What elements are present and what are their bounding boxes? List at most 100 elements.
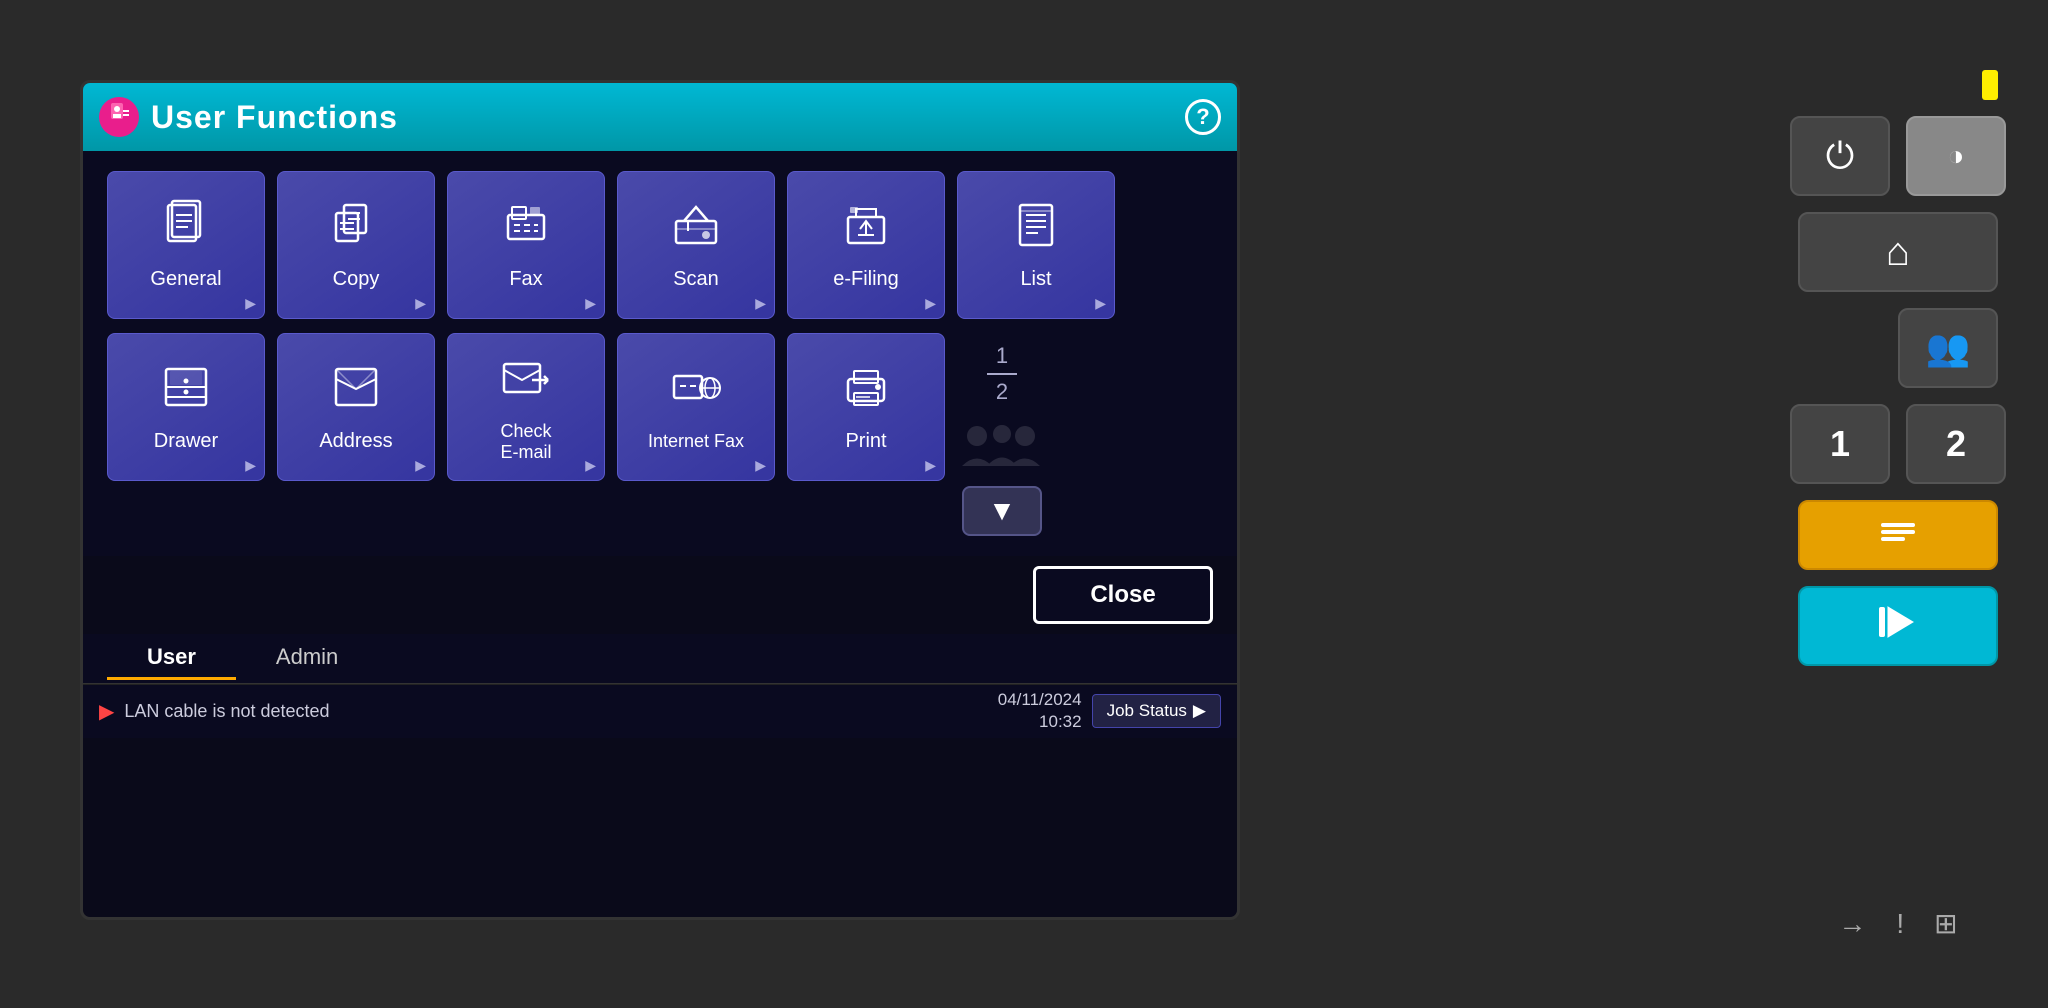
list-icon [1010,199,1062,260]
cp-top-row: ⏻ ◑ [1790,116,2006,196]
screen-area: User Functions ? [80,80,1240,920]
main-content: General ▶ Copy [83,151,1237,556]
efiling-label: e-Filing [833,268,899,291]
scan-arrow: ▶ [755,295,766,312]
users-row: 👥 [1798,308,1998,388]
tab-active-indicator [107,677,236,680]
copy-label: Copy [333,268,380,291]
panel-icon[interactable]: ⊞ [1934,907,1957,940]
general-arrow: ▶ [245,295,256,312]
start-button[interactable] [1798,586,1998,666]
check-email-icon [500,352,552,413]
fax-icon [500,199,552,260]
copy-arrow: ▶ [415,295,426,312]
efiling-button[interactable]: e-Filing ▶ [787,171,945,319]
scan-icon [670,199,722,260]
fax-label: Fax [509,268,542,291]
page-indicator: 1 2 [977,343,1027,406]
user-functions-icon [99,97,139,137]
arrow-right-icon[interactable]: → [1838,908,1866,940]
bottom-tabs: User Admin [83,634,1237,684]
num1-button[interactable]: 1 [1790,404,1890,484]
tab-admin[interactable]: Admin [236,634,378,683]
cp-num-row: 1 2 [1790,404,2006,484]
power-icon: ⏻ [1826,135,1854,178]
drawer-arrow: ▶ [245,457,256,474]
general-icon [160,199,212,260]
address-label: Address [319,430,392,453]
yellow-function-button[interactable] [1798,500,1998,570]
drawer-label: Drawer [154,430,218,453]
tab-user-label: User [147,644,196,669]
device-wrapper: User Functions ? [0,0,2048,1008]
home-icon: ⌂ [1886,230,1910,275]
internet-fax-label: Internet Fax [648,431,744,452]
close-section: Close [83,556,1237,634]
drawer-icon [160,361,212,422]
user-icons-placeholder [957,416,1047,476]
start-icon [1873,597,1923,656]
page-divider [987,373,1017,375]
print-button[interactable]: Print ▶ [787,333,945,481]
help-button[interactable]: ? [1185,99,1221,135]
address-arrow: ▶ [415,457,426,474]
list-arrow: ▶ [1095,295,1106,312]
check-email-label: Check E-mail [500,421,551,463]
yellow-function-icon [1873,517,1923,554]
datetime-text: 04/11/2024 10:32 [998,689,1082,733]
function-grid-row1: General ▶ Copy [107,171,1213,319]
function-grid-row2: Drawer ▶ Address [107,333,945,481]
scan-label: Scan [673,268,719,291]
fax-button[interactable]: Fax ▶ [447,171,605,319]
users-button[interactable]: 👥 [1898,308,1998,388]
internet-fax-button[interactable]: Internet Fax ▶ [617,333,775,481]
address-button[interactable]: Address ▶ [277,333,435,481]
copy-button[interactable]: Copy ▶ [277,171,435,319]
copy-icon [330,199,382,260]
energy-icon: ◑ [1948,140,1965,172]
list-label: List [1020,268,1051,291]
print-arrow: ▶ [925,457,936,474]
internet-fax-arrow: ▶ [755,457,766,474]
address-icon [330,361,382,422]
job-status-label: Job Status [1107,701,1187,721]
alert-icon[interactable]: ! [1896,908,1904,940]
down-button[interactable]: ▼ [962,486,1042,536]
users-icon: 👥 [1926,327,1971,369]
drawer-button[interactable]: Drawer ▶ [107,333,265,481]
check-email-button[interactable]: Check E-mail ▶ [447,333,605,481]
fax-arrow: ▶ [585,295,596,312]
energy-button[interactable]: ◑ [1906,116,2006,196]
down-arrow-icon: ▼ [988,495,1016,527]
general-button[interactable]: General ▶ [107,171,265,319]
job-status-arrow-icon: ▶ [1193,701,1206,721]
cp-bottom-row: → ! ⊞ [1838,907,1957,940]
home-button[interactable]: ⌂ [1798,212,1998,292]
scan-button[interactable]: Scan ▶ [617,171,775,319]
print-icon [840,361,892,422]
num2-button[interactable]: 2 [1906,404,2006,484]
status-datetime: 04/11/2024 10:32 [998,689,1082,733]
page-total: 2 [996,379,1008,405]
page-title: User Functions [151,99,398,136]
print-label: Print [845,430,886,453]
status-play-icon: ▶ [99,699,114,724]
general-label: General [150,268,221,291]
status-message: LAN cable is not detected [124,701,987,722]
page-current: 1 [996,343,1008,369]
control-panel: ⏻ ◑ ⌂ 👥 1 2 [1768,60,2028,940]
yellow-indicator [1982,70,1998,100]
title-bar-left: User Functions [99,97,398,137]
close-button[interactable]: Close [1033,566,1213,624]
function-grid-row2-wrapper: Drawer ▶ Address [107,333,1213,536]
list-button[interactable]: List ▶ [957,171,1115,319]
power-button[interactable]: ⏻ [1790,116,1890,196]
status-bar: ▶ LAN cable is not detected 04/11/2024 1… [83,684,1237,738]
tab-user[interactable]: User [107,634,236,683]
efiling-icon [840,199,892,260]
job-status-button[interactable]: Job Status ▶ [1092,694,1221,728]
right-section: 1 2 [957,333,1047,536]
efiling-arrow: ▶ [925,295,936,312]
check-email-arrow: ▶ [585,457,596,474]
title-bar: User Functions ? [83,83,1237,151]
